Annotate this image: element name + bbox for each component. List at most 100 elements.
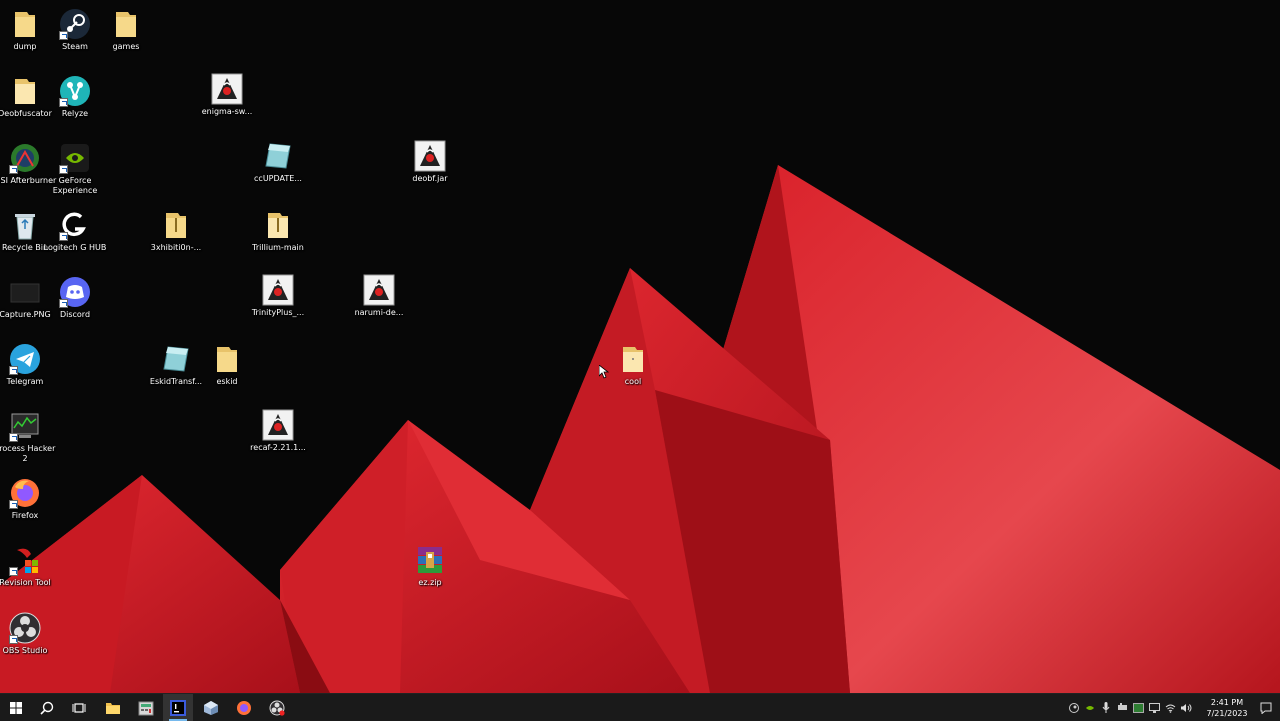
desktop-icon-telegram[interactable]: Telegram (0, 343, 58, 387)
desktop-icon-deobf-jar[interactable]: deobf.jar (397, 140, 463, 184)
desktop-icon-games[interactable]: games (93, 8, 159, 52)
steam-icon (59, 8, 91, 40)
winrar-archive-icon (414, 544, 446, 576)
desktop-icon-enigma[interactable]: enigma-sw... (194, 73, 260, 117)
action-center-button[interactable] (1258, 694, 1274, 721)
desktop-icon-eskid[interactable]: eskid (194, 343, 260, 387)
desktop-icon-revision-tool[interactable]: Revision Tool (0, 544, 58, 588)
installer-icon (160, 343, 192, 375)
java-jar-icon (363, 274, 395, 306)
desktop-icon-label: Firefox (11, 511, 39, 520)
folder-icon (617, 343, 649, 375)
mouse-cursor-icon (599, 365, 609, 379)
firefox-icon (237, 700, 251, 715)
desktop-icon-label: Relyze (61, 109, 89, 118)
java-jar-icon (262, 409, 294, 441)
desktop-icon-label: Process Hacker 2 (0, 444, 56, 463)
logitech-g-icon (59, 209, 91, 241)
cube-app-icon (204, 700, 218, 715)
obs-recording-icon (269, 700, 285, 716)
wifi-icon[interactable] (1163, 694, 1177, 721)
obs-icon (9, 612, 41, 644)
desktop-icon-obs-studio[interactable]: OBS Studio (0, 612, 58, 656)
desktop-icon-label: GeForce Experience (52, 176, 98, 195)
zip-folder-icon (262, 209, 294, 241)
desktop-icon-label: ccUPDATE... (254, 174, 302, 183)
msi-afterburner-icon (9, 142, 41, 174)
nvidia-icon (59, 142, 91, 174)
taskbar-app-cube[interactable] (196, 694, 226, 721)
desktop-icon-label: OBS Studio (2, 646, 48, 655)
desktop-icon-relyze[interactable]: Relyze (42, 75, 108, 119)
desktop-icon-trinityplus[interactable]: TrinityPlus_... (245, 274, 311, 318)
shortcut-arrow-icon (59, 98, 68, 107)
task-view-button[interactable] (64, 694, 94, 721)
desktop-icon-cool[interactable]: cool (600, 343, 666, 387)
start-button[interactable] (1, 694, 31, 721)
taskbar-intellij[interactable] (163, 694, 193, 721)
microphone-icon[interactable] (1099, 694, 1113, 721)
taskbar-firefox[interactable] (229, 694, 259, 721)
java-jar-icon (211, 73, 243, 105)
desktop-icon-label: enigma-sw... (201, 107, 253, 116)
taskbar-obs-studio[interactable] (262, 694, 292, 721)
system-clock[interactable]: 2:41 PM 7/21/2023 (1202, 697, 1252, 719)
desktop-icon-discord[interactable]: Discord (42, 276, 108, 320)
image-file-icon (9, 276, 41, 308)
desktop-icon-label: recaf-2.21.1... (250, 443, 306, 452)
gpu-monitor-icon[interactable] (1131, 694, 1145, 721)
shortcut-arrow-icon (9, 567, 18, 576)
shortcut-arrow-icon (9, 500, 18, 509)
shortcut-arrow-icon (59, 232, 68, 241)
taskbar-calculator-app[interactable] (131, 694, 161, 721)
taskbar-file-explorer[interactable] (98, 694, 128, 721)
task-view-icon (72, 702, 86, 713)
display-icon[interactable] (1147, 694, 1161, 721)
desktop-icon-label: Logitech G HUB (43, 243, 107, 252)
shortcut-arrow-icon (9, 635, 18, 644)
desktop-icon-trillium-main[interactable]: Trillium-main (245, 209, 311, 253)
revision-tool-icon (9, 544, 41, 576)
desktop-icon-label: narumi-de... (354, 308, 404, 317)
process-hacker-icon (9, 410, 41, 442)
desktop-icon-ccupdate[interactable]: ccUPDATE... (245, 140, 311, 184)
desktop-icon-label: Trillium-main (252, 243, 304, 252)
desktop-icon-logitech-g-hub[interactable]: Logitech G HUB (42, 209, 108, 253)
folder-icon (110, 8, 142, 40)
desktop-icon-label: 3xhibiti0n-... (150, 243, 202, 252)
usb-drive-icon[interactable] (1115, 694, 1129, 721)
desktop-icon-label: Telegram (6, 377, 44, 386)
recycle-bin-icon (9, 209, 41, 241)
desktop-icon-3xhibiti0n[interactable]: 3xhibiti0n-... (143, 209, 209, 253)
folder-icon (9, 75, 41, 107)
desktop-icon-narumi[interactable]: narumi-de... (346, 274, 412, 318)
java-jar-icon (414, 140, 446, 172)
clock-date: 7/21/2023 (1206, 709, 1248, 718)
desktop-icon-label: ez.zip (418, 578, 442, 587)
desktop-icon-ez-zip[interactable]: ez.zip (397, 544, 463, 588)
taskbar: 2:41 PM 7/21/2023 (0, 693, 1280, 721)
steam-tray-icon[interactable] (1067, 694, 1081, 721)
desktop-icon-geforce-experience[interactable]: GeForce Experience (42, 142, 108, 196)
desktop-icon-label: Revision Tool (0, 578, 51, 587)
discord-icon (59, 276, 91, 308)
installer-icon (262, 140, 294, 172)
shortcut-arrow-icon (9, 366, 18, 375)
clock-time: 2:41 PM (1210, 698, 1244, 707)
windows-logo-icon (10, 701, 22, 714)
search-icon (40, 701, 54, 715)
telegram-icon (9, 343, 41, 375)
nvidia-tray-icon[interactable] (1083, 694, 1097, 721)
shortcut-arrow-icon (59, 31, 68, 40)
desktop-icon-firefox[interactable]: Firefox (0, 477, 58, 521)
volume-icon[interactable] (1179, 694, 1193, 721)
search-button[interactable] (32, 694, 62, 721)
desktop-icon-process-hacker[interactable]: Process Hacker 2 (0, 410, 58, 464)
intellij-icon (170, 699, 186, 716)
desktop-icon-recaf[interactable]: recaf-2.21.1... (245, 409, 311, 453)
desktop-icon-label: cool (624, 377, 642, 386)
desktop-icon-label: eskid (216, 377, 238, 386)
notification-icon (1260, 702, 1272, 714)
shortcut-arrow-icon (59, 299, 68, 308)
system-tray (1066, 694, 1194, 721)
